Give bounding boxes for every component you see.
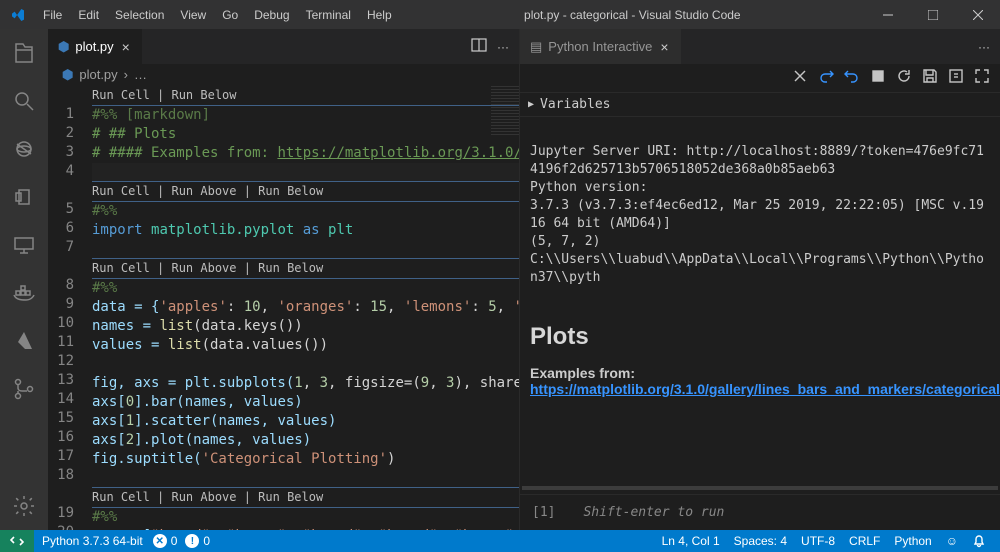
variables-panel-toggle[interactable]: ▶ Variables — [520, 92, 1000, 117]
search-icon[interactable] — [0, 77, 48, 125]
examples-link[interactable]: https://matplotlib.org/3.1.0/gallery/lin… — [530, 381, 1000, 397]
python-file-icon: ⬢ — [58, 39, 69, 55]
interactive-output: Jupyter Server URI: http://localhost:888… — [520, 117, 1000, 313]
line-gutter: 1234 567 89101112131415161718 1920212223 — [48, 86, 92, 530]
source-control-icon[interactable] — [0, 365, 48, 413]
menu-terminal[interactable]: Terminal — [298, 4, 359, 26]
title-bar: File Edit Selection View Go Debug Termin… — [0, 0, 1000, 29]
editor-tab-plot-py[interactable]: ⬢ plot.py × — [48, 29, 143, 64]
plots-heading: Plots — [530, 323, 990, 351]
minimap[interactable] — [491, 86, 519, 136]
editor-group-right: ▤ Python Interactive × ··· — [520, 29, 1000, 530]
close-button[interactable] — [955, 0, 1000, 29]
stop-icon[interactable] — [870, 68, 886, 88]
docker-icon[interactable] — [0, 269, 48, 317]
menu-debug[interactable]: Debug — [246, 4, 297, 26]
python-file-icon: ⬢ — [62, 67, 73, 83]
menu-view[interactable]: View — [172, 4, 214, 26]
menubar: File Edit Selection View Go Debug Termin… — [35, 4, 400, 26]
more-actions-icon[interactable]: ··· — [497, 40, 509, 54]
interactive-input[interactable]: [1] Shift-enter to run — [520, 494, 1000, 530]
menu-selection[interactable]: Selection — [107, 4, 172, 26]
status-encoding[interactable]: UTF-8 — [801, 534, 835, 548]
remote-explorer-icon[interactable] — [0, 221, 48, 269]
test-icon[interactable] — [0, 173, 48, 221]
status-indent[interactable]: Spaces: 4 — [734, 534, 787, 548]
remote-indicator[interactable] — [0, 530, 34, 552]
tab-label: Python Interactive — [548, 39, 652, 54]
minimize-button[interactable] — [865, 0, 910, 29]
more-actions-icon[interactable]: ··· — [978, 40, 990, 54]
settings-gear-icon[interactable] — [0, 482, 48, 530]
save-icon[interactable] — [922, 68, 938, 88]
error-icon: ✕ — [153, 534, 167, 548]
status-language[interactable]: Python — [894, 534, 931, 548]
menu-help[interactable]: Help — [359, 4, 400, 26]
status-bar: Python 3.7.3 64-bit ✕0 !0 Ln 4, Col 1 Sp… — [0, 530, 1000, 552]
status-feedback-icon[interactable]: ☺ — [946, 534, 958, 548]
vscode-logo-icon — [0, 7, 35, 23]
close-icon[interactable]: × — [120, 39, 132, 55]
menu-file[interactable]: File — [35, 4, 70, 26]
maximize-button[interactable] — [910, 0, 955, 29]
menu-go[interactable]: Go — [214, 4, 246, 26]
cancel-icon[interactable] — [792, 68, 808, 88]
warning-icon: ! — [185, 534, 199, 548]
window-title: plot.py - categorical - Visual Studio Co… — [400, 8, 865, 22]
status-problems[interactable]: ✕0 !0 — [153, 534, 210, 548]
menu-edit[interactable]: Edit — [70, 4, 107, 26]
input-index: [1] — [532, 505, 555, 520]
activity-bar — [0, 29, 48, 530]
editor-group-left: ⬢ plot.py × ··· ⬢ plot.py › … 1234 — [48, 29, 520, 530]
restart-icon[interactable] — [896, 68, 912, 88]
split-editor-icon[interactable] — [471, 37, 487, 56]
status-eol[interactable]: CRLF — [849, 534, 880, 548]
explorer-icon[interactable] — [0, 29, 48, 77]
close-icon[interactable]: × — [658, 39, 670, 55]
interactive-markdown: Plots Examples from: https://matplotlib.… — [520, 313, 1000, 482]
input-placeholder: Shift-enter to run — [583, 505, 724, 520]
run-cell-link[interactable]: Run Cell | Run Above | Run Below — [92, 261, 323, 275]
status-cursor[interactable]: Ln 4, Col 1 — [662, 534, 720, 548]
chevron-right-icon: ▶ — [528, 99, 534, 110]
breadcrumb[interactable]: ⬢ plot.py › … — [48, 64, 519, 86]
status-python[interactable]: Python 3.7.3 64-bit — [42, 534, 143, 548]
expand-icon[interactable] — [974, 68, 990, 88]
output-divider — [522, 486, 998, 490]
status-notifications-icon[interactable] — [972, 534, 986, 548]
run-cell-link[interactable]: Run Cell | Run Below — [92, 88, 237, 102]
export-icon[interactable] — [948, 68, 964, 88]
interactive-icon: ▤ — [530, 39, 542, 55]
tab-python-interactive[interactable]: ▤ Python Interactive × — [520, 29, 682, 64]
run-cell-link[interactable]: Run Cell | Run Above | Run Below — [92, 184, 323, 198]
variables-label: Variables — [540, 97, 610, 112]
azure-icon[interactable] — [0, 317, 48, 365]
debug-no-icon[interactable] — [0, 125, 48, 173]
redo-icon[interactable] — [818, 68, 834, 88]
undo-icon[interactable] — [844, 68, 860, 88]
interactive-toolbar — [520, 64, 1000, 92]
breadcrumb-file: plot.py — [79, 67, 117, 82]
run-cell-link[interactable]: Run Cell | Run Above | Run Below — [92, 490, 323, 504]
code-editor[interactable]: 1234 567 89101112131415161718 1920212223… — [48, 86, 519, 530]
tab-label: plot.py — [75, 39, 113, 54]
